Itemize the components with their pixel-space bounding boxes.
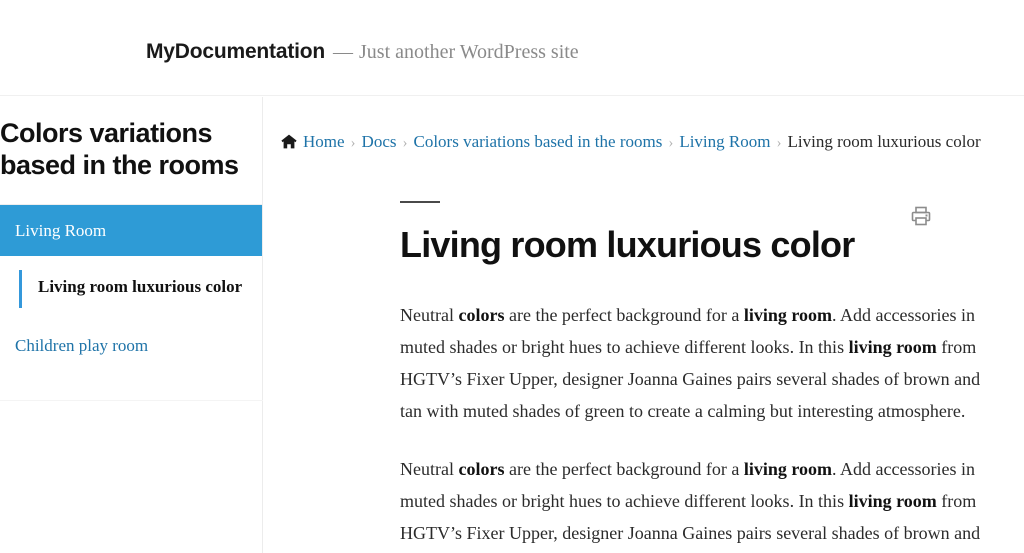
breadcrumb-separator: › [776,135,782,151]
breadcrumb-item-current: Living room luxurious color [787,132,981,151]
breadcrumb: Home › Docs › Colors variations based in the… [281,133,981,152]
emphasis-text: living room [743,458,833,479]
sidebar: Colors variations based in the rooms Liv… [0,97,263,553]
sidebar-nav: Living Room Living room luxurious color … [0,203,262,358]
paragraph-text: are the perfect background for a [504,304,744,325]
emphasis-text: colors [458,304,505,325]
article-body: Neutral colors are the perfect backgroun… [400,299,1000,553]
sidebar-divider [0,400,263,401]
breadcrumb-separator: › [668,135,674,151]
page-title: Living room luxurious color [400,224,855,265]
site-title[interactable]: MyDocumentation [146,40,325,63]
list-item: Living room luxurious color [19,269,262,308]
emphasis-text: living room [743,304,833,325]
sidebar-title: Colors variations based in the rooms [0,118,239,181]
sidebar-item-children-play-room[interactable]: Children play room [15,336,148,355]
article: Living room luxurious color Neutral colo… [400,201,1000,553]
article-paragraph: Neutral colors are the perfect backgroun… [400,299,1000,427]
breadcrumb-item-colors-variations[interactable]: Colors variations based in the rooms [414,132,663,151]
site-header: MyDocumentation — Just another WordPress s… [0,0,1024,96]
title-rule [400,201,440,203]
site-branding: MyDocumentation — Just another WordPress s… [146,40,579,64]
sidebar-other-list: Children play room [0,334,262,358]
site-title-separator: — [333,41,354,63]
breadcrumb-item-home[interactable]: Home [303,132,345,151]
paragraph-text: Neutral [400,458,459,479]
breadcrumb-separator: › [350,135,356,151]
breadcrumb-item-docs[interactable]: Docs [362,132,397,151]
main-content: Home › Docs › Colors variations based in the… [264,97,1024,553]
home-icon [281,134,297,152]
paragraph-text: Neutral [400,304,459,325]
sidebar-item-living-room-luxurious-color[interactable]: Living room luxurious color [38,270,252,308]
sidebar-item-living-room[interactable]: Living Room [0,204,262,256]
site-description: Just another WordPress site [359,41,579,63]
emphasis-text: living room [848,490,937,511]
emphasis-text: colors [458,458,505,479]
emphasis-text: living room [848,336,937,357]
article-paragraph: Neutral colors are the perfect backgroun… [400,453,1000,553]
paragraph-text: are the perfect background for a [504,458,744,479]
sidebar-sub-list: Living room luxurious color [0,269,262,308]
breadcrumb-item-living-room[interactable]: Living Room [679,132,770,151]
breadcrumb-separator: › [402,135,408,151]
